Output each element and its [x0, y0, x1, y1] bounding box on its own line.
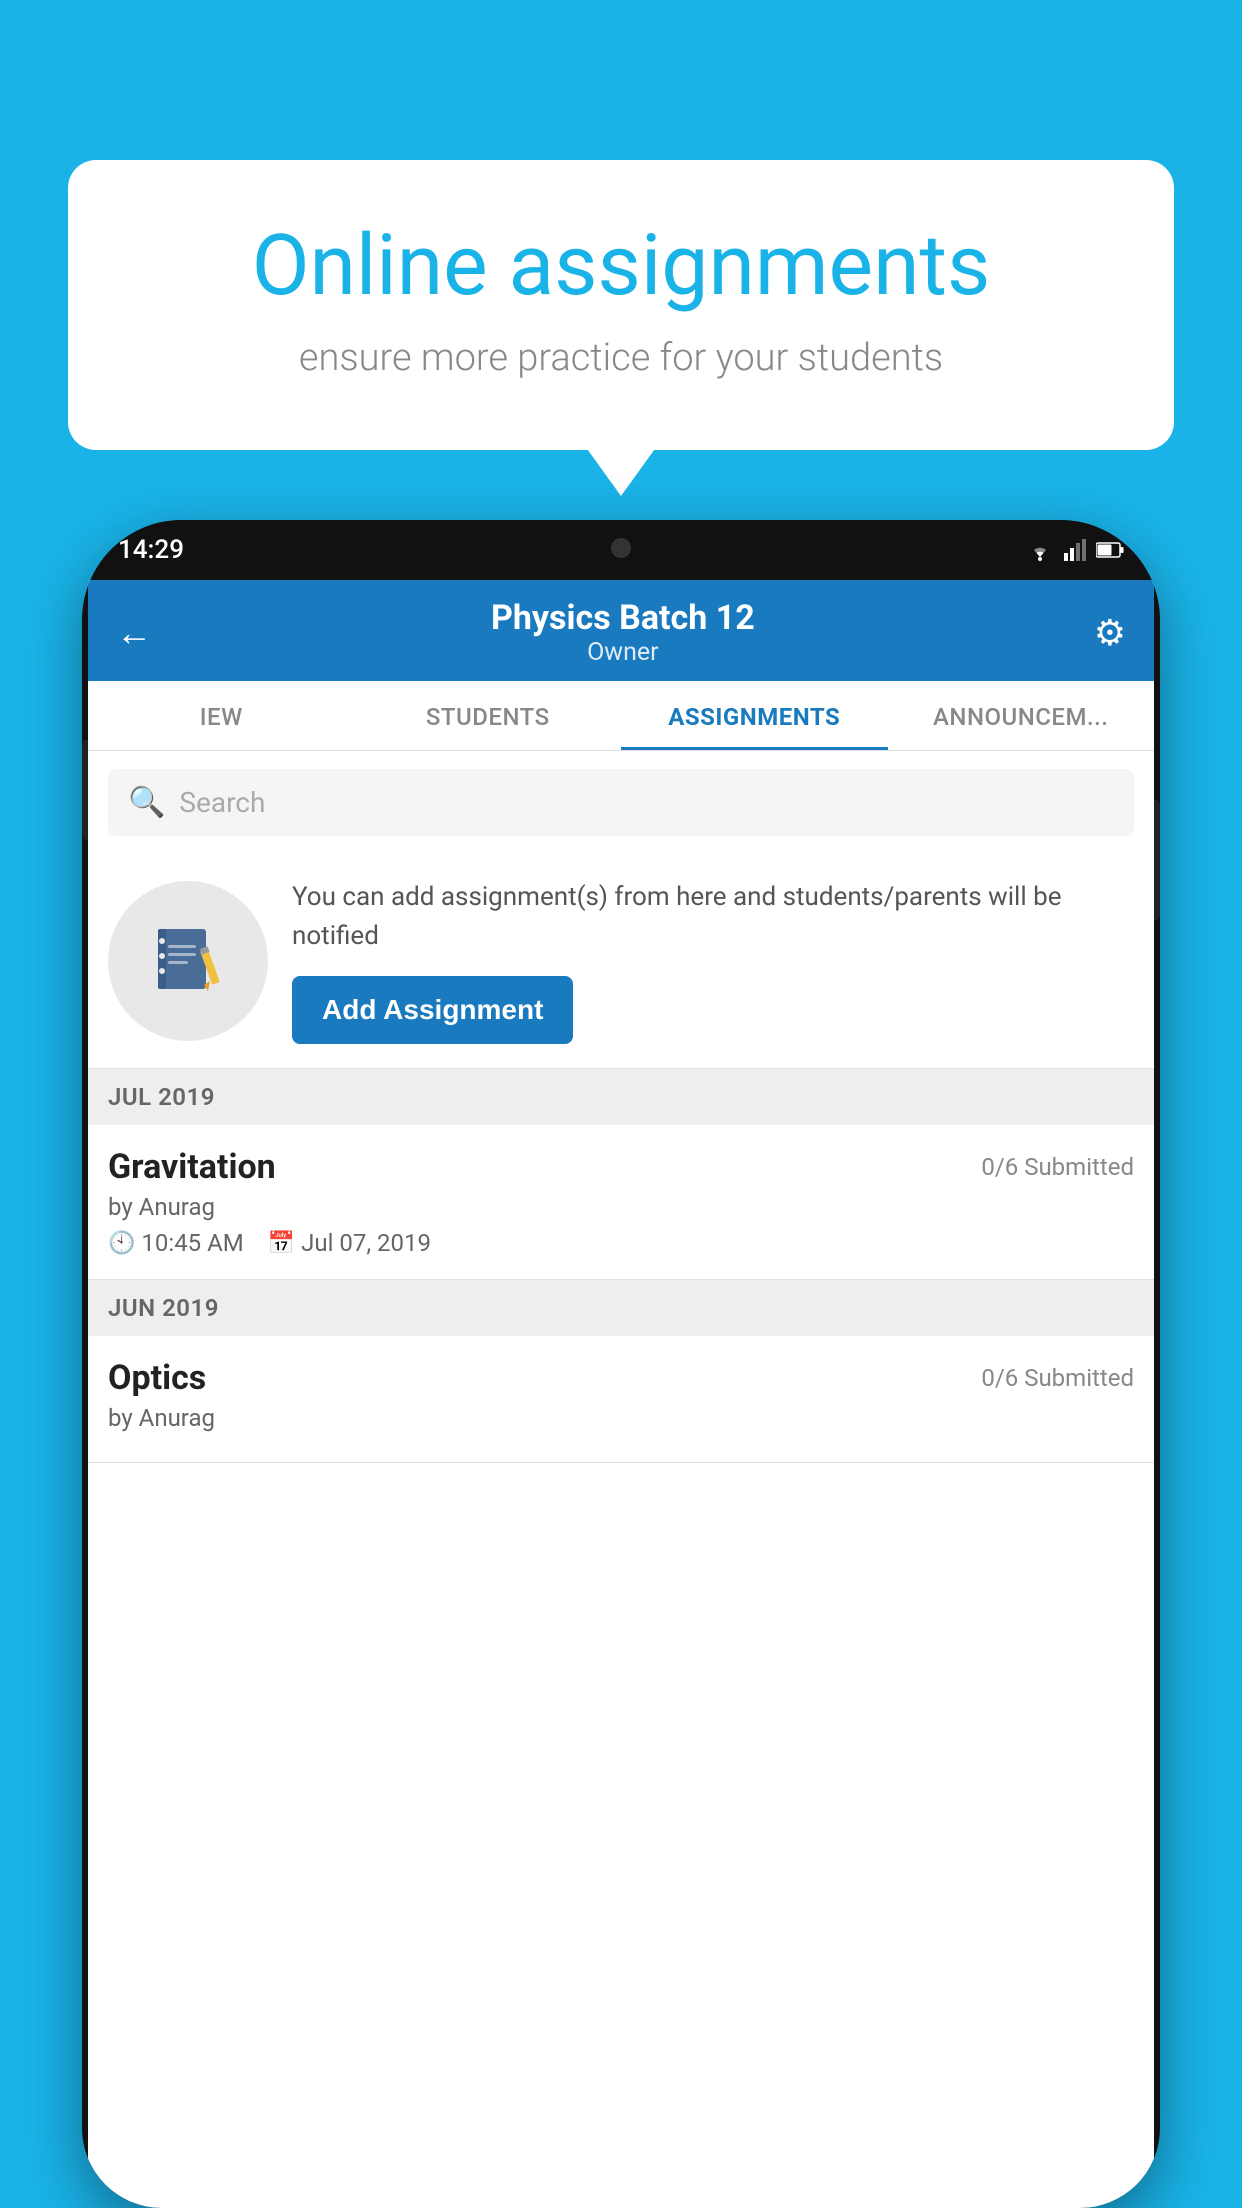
speech-bubble-subtitle: ensure more practice for your students	[138, 336, 1104, 380]
assignment-meta: 🕙 10:45 AM 📅 Jul 07, 2019	[108, 1229, 1134, 1257]
settings-button[interactable]: ⚙	[1094, 612, 1126, 654]
speech-bubble: Online assignments ensure more practice …	[68, 160, 1174, 450]
header-subtitle: Owner	[491, 638, 755, 667]
signal-icon	[1064, 539, 1086, 561]
search-bar[interactable]: 🔍 Search	[108, 769, 1134, 836]
front-camera	[611, 538, 631, 558]
phone-time: 14:29	[118, 535, 184, 565]
assignment-author-optics: by Anurag	[108, 1404, 1134, 1432]
promo-text: You can add assignment(s) from here and …	[292, 878, 1134, 956]
wifi-icon	[1026, 539, 1054, 561]
add-assignment-button[interactable]: Add Assignment	[292, 976, 573, 1044]
phone-screen: ← Physics Batch 12 Owner ⚙ IEW STUDENTS …	[88, 580, 1154, 2208]
assignment-submitted: 0/6 Submitted	[981, 1153, 1134, 1181]
section-header-jul2019: JUL 2019	[88, 1069, 1154, 1125]
notebook-icon	[148, 921, 228, 1001]
assignment-row1: Gravitation 0/6 Submitted	[108, 1147, 1134, 1187]
back-button[interactable]: ←	[116, 612, 152, 654]
clock-icon: 🕙	[108, 1231, 135, 1256]
assignment-date: 📅 Jul 07, 2019	[268, 1229, 431, 1257]
assignment-item-gravitation[interactable]: Gravitation 0/6 Submitted by Anurag 🕙 10…	[88, 1125, 1154, 1280]
tab-assignments[interactable]: ASSIGNMENTS	[621, 681, 888, 750]
calendar-icon: 📅	[268, 1231, 295, 1256]
speech-bubble-title: Online assignments	[138, 220, 1104, 312]
phone-frame: 14:29	[82, 520, 1160, 2208]
assignment-time: 🕙 10:45 AM	[108, 1229, 244, 1257]
tab-iew[interactable]: IEW	[88, 681, 355, 750]
tabs-container: IEW STUDENTS ASSIGNMENTS ANNOUNCEM...	[88, 681, 1154, 751]
tab-students[interactable]: STUDENTS	[355, 681, 622, 750]
header-title: Physics Batch 12	[491, 598, 755, 638]
assignment-item-optics[interactable]: Optics 0/6 Submitted by Anurag	[88, 1336, 1154, 1463]
header-title-group: Physics Batch 12 Owner	[491, 598, 755, 667]
search-placeholder: Search	[179, 786, 265, 819]
promo-icon-circle	[108, 881, 268, 1041]
assignment-submitted-optics: 0/6 Submitted	[981, 1364, 1134, 1392]
tab-announcements[interactable]: ANNOUNCEM...	[888, 681, 1155, 750]
phone-status-icons	[1026, 539, 1124, 561]
battery-icon	[1096, 541, 1124, 559]
search-container: 🔍 Search	[88, 751, 1154, 854]
promo-content: You can add assignment(s) from here and …	[292, 878, 1134, 1044]
assignment-name-optics: Optics	[108, 1358, 206, 1398]
app-header: ← Physics Batch 12 Owner ⚙	[88, 580, 1154, 681]
assignment-author: by Anurag	[108, 1193, 1134, 1221]
section-header-jun2019: JUN 2019	[88, 1280, 1154, 1336]
phone-notch	[531, 520, 711, 576]
assignment-row1-optics: Optics 0/6 Submitted	[108, 1358, 1134, 1398]
assignment-name: Gravitation	[108, 1147, 276, 1187]
add-assignment-promo: You can add assignment(s) from here and …	[88, 854, 1154, 1069]
speech-bubble-container: Online assignments ensure more practice …	[68, 160, 1174, 450]
search-icon: 🔍	[128, 785, 165, 820]
